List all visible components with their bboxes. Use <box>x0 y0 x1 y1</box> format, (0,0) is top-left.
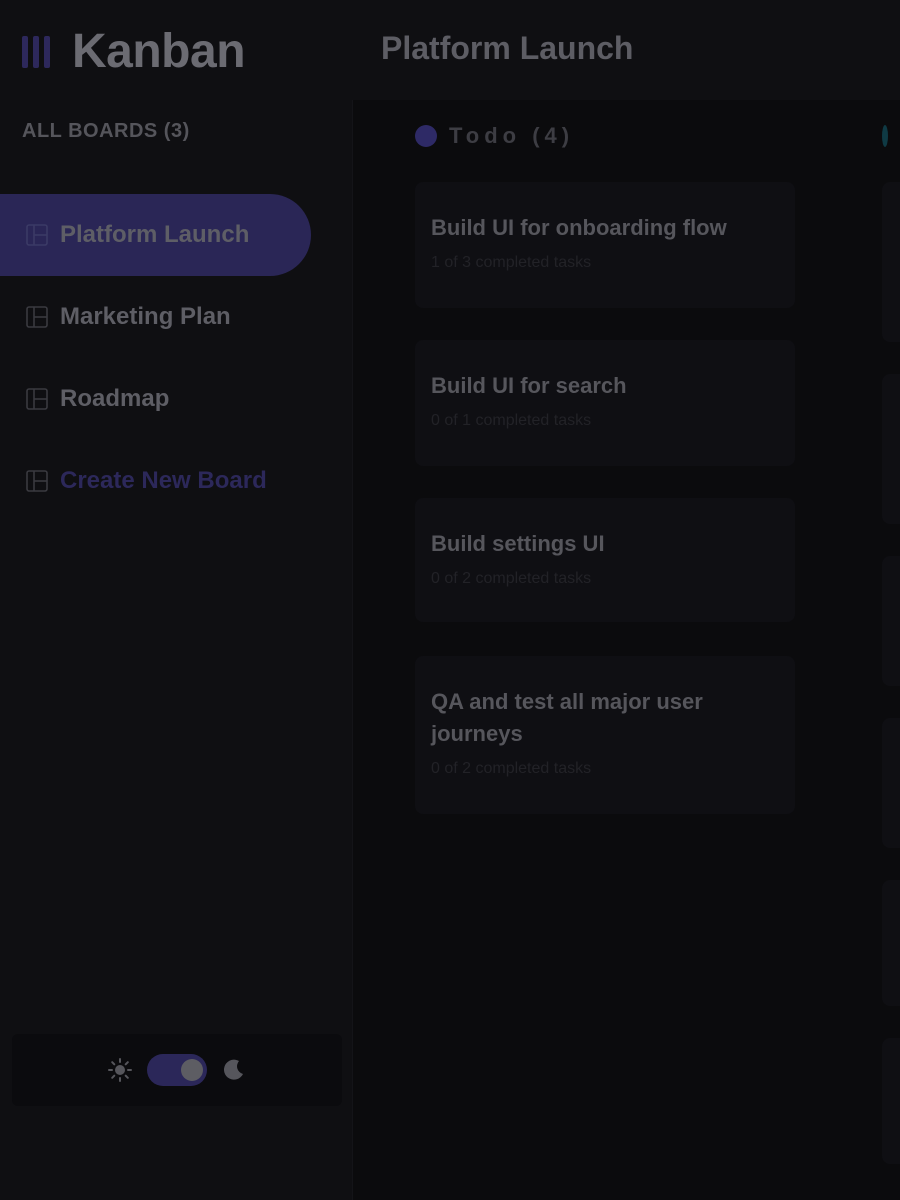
task-title: QA and test all major user journeys <box>431 689 703 746</box>
task-card[interactable]: Build UI for onboarding flow 1 of 3 comp… <box>415 182 795 308</box>
create-new-board-label: Create New Board <box>60 467 267 494</box>
sun-icon <box>108 1058 132 1082</box>
task-card[interactable] <box>882 1038 900 1164</box>
column-todo: Todo (4) <box>415 118 795 154</box>
task-card[interactable] <box>882 718 900 848</box>
task-card[interactable] <box>882 374 900 524</box>
board-icon <box>26 470 48 492</box>
column-header <box>882 118 900 154</box>
header: Platform Launch <box>352 0 900 100</box>
kanban-app: Kanban ALL BOARDS (3) Platform Launch Ma… <box>0 0 900 1200</box>
task-subtasks: 0 of 2 completed tasks <box>431 570 592 587</box>
column-next <box>882 118 900 154</box>
column-color-dot <box>415 125 437 147</box>
task-card[interactable] <box>882 182 900 342</box>
task-subtasks: 0 of 1 completed tasks <box>431 412 592 429</box>
column-title: Todo (4) <box>449 123 575 148</box>
sidebar-item-label: Marketing Plan <box>60 303 231 330</box>
moon-icon <box>223 1059 243 1080</box>
sidebar-item-roadmap[interactable]: Roadmap <box>0 358 311 440</box>
task-card[interactable]: Build settings UI 0 of 2 completed tasks <box>415 498 795 622</box>
task-title: Build settings UI <box>431 531 605 556</box>
column-header: Todo (4) <box>415 118 795 154</box>
task-card[interactable]: QA and test all major user journeys 0 of… <box>415 656 795 814</box>
sidebar-item-platform-launch[interactable]: Platform Launch <box>0 194 311 276</box>
task-title: Build UI for search <box>431 373 627 398</box>
sidebar-item-label: Platform Launch <box>60 221 250 248</box>
task-card[interactable]: Build UI for search 0 of 1 completed tas… <box>415 340 795 466</box>
theme-toggle <box>12 1034 342 1106</box>
toggle-knob <box>181 1059 203 1081</box>
column-color-dot <box>882 125 888 147</box>
board-icon <box>26 388 48 410</box>
logo: Kanban <box>22 24 246 80</box>
create-new-board-button[interactable]: Create New Board <box>0 440 311 522</box>
sidebar-item-label: Roadmap <box>60 385 170 412</box>
sidebar-item-marketing-plan[interactable]: Marketing Plan <box>0 276 311 358</box>
task-card[interactable] <box>882 556 900 686</box>
task-card[interactable] <box>882 880 900 1006</box>
board-icon <box>26 224 48 246</box>
task-title: Build UI for onboarding flow <box>431 215 727 240</box>
logo-icon <box>22 36 50 68</box>
task-subtasks: 0 of 2 completed tasks <box>431 760 592 777</box>
task-subtasks: 1 of 3 completed tasks <box>431 254 592 271</box>
board-icon <box>26 306 48 328</box>
theme-toggle-switch[interactable] <box>147 1054 207 1086</box>
board-list: Platform Launch Marketing Plan Roadmap C… <box>0 194 352 522</box>
all-boards-heading: ALL BOARDS (3) <box>22 120 190 142</box>
logo-text: Kanban <box>72 25 246 78</box>
sidebar: Kanban ALL BOARDS (3) Platform Launch Ma… <box>0 0 353 1200</box>
page-title: Platform Launch <box>381 30 634 66</box>
